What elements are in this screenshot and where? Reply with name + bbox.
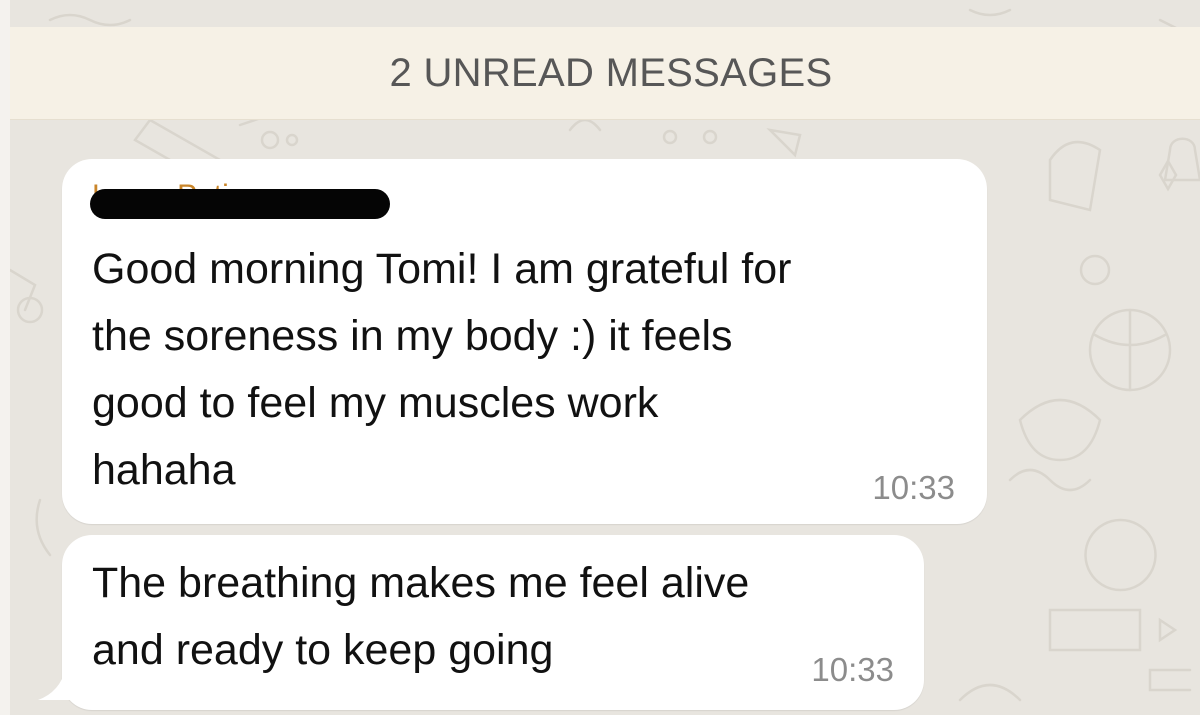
incoming-message-bubble[interactable]: The breathing makes me feel alive and re… [62,535,924,710]
unread-messages-label: 2 UNREAD MESSAGES [389,50,833,95]
message-timestamp: 10:33 [811,651,894,688]
incoming-message-bubble[interactable]: Laura Patino Good morning Tomi! I am gra… [62,159,987,524]
message-timestamp: 10:33 [872,469,955,506]
unread-messages-banner: 2 UNREAD MESSAGES [10,27,1200,120]
message-text: Good morning Tomi! I am grateful for the… [92,245,792,494]
bubble-tail [38,668,78,700]
redaction-mark [90,189,390,219]
left-edge-strip [0,0,10,715]
message-text: The breathing makes me feel alive and re… [92,559,750,674]
